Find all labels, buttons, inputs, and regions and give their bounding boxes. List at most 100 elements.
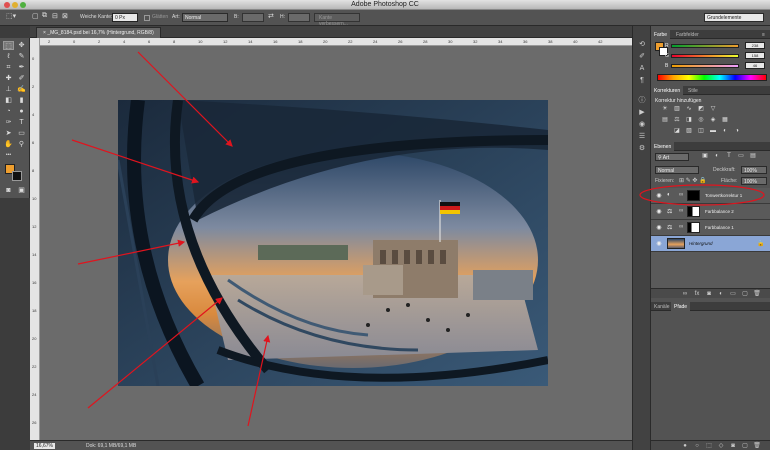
color-balance-icon[interactable]: ⚖ [673,117,681,124]
link-layers-icon[interactable]: ∞ [681,290,689,298]
character-icon[interactable]: A [637,64,647,73]
invert-icon[interactable]: ◪ [673,128,681,135]
move-tool-icon[interactable]: ✥ [16,41,27,50]
photo-filter-icon[interactable]: ◎ [697,117,705,124]
eye-icon[interactable]: ◉ [655,240,663,248]
width-input[interactable] [242,13,264,22]
paragraph-icon[interactable]: ¶ [637,76,647,85]
history-icon[interactable]: ⟲ [637,40,647,49]
smooth-checkbox[interactable] [144,15,150,21]
zoom-level[interactable]: 16,67% [34,443,55,449]
fill-input[interactable]: 100% [741,177,767,185]
blur-tool-icon[interactable]: ◔ [3,107,14,116]
layer-name[interactable]: Farbbalance 2 [705,209,734,214]
link-icon[interactable]: ∞ [679,192,683,198]
new-group-icon[interactable]: ▭ [729,290,737,298]
background-color-swatch[interactable] [12,171,22,181]
healing-brush-tool-icon[interactable]: ✚ [3,74,14,83]
workspace-select[interactable]: Grundelemente [704,13,764,22]
blend-mode-select[interactable]: Normal [655,166,699,174]
layer-row[interactable]: ◉ ⚖ ∞ Farbbalance 2 [651,204,770,220]
subtract-selection-icon[interactable]: ⊟ [52,12,58,20]
tab-paths[interactable]: Pfade [671,302,691,311]
layer-row[interactable]: ◉ ⚖ ∞ Farbbalance 1 [651,220,770,236]
marquee-tool-icon[interactable]: ⬚▾ [6,12,16,20]
eraser-tool-icon[interactable]: ◧ [3,96,14,105]
navigator-icon[interactable]: ◉ [637,120,647,129]
layer-name[interactable]: Tonwertkorrektur 1 [705,193,742,198]
channel-g-value[interactable]: 158 [745,52,765,59]
filter-type-icon[interactable]: T [725,153,733,160]
add-selection-icon[interactable]: ⧉ [42,12,47,20]
style-select[interactable]: Normal [182,13,228,22]
filter-adjustment-icon[interactable]: ◐ [713,153,721,160]
filter-smart-icon[interactable]: ▤ [749,153,757,160]
tab-layers[interactable]: Ebenen [651,142,675,151]
layer-style-icon[interactable]: fx [693,290,701,298]
rectangular-marquee-tool-icon[interactable]: ⬚ [3,41,14,50]
eye-icon[interactable]: ◉ [655,192,663,200]
add-mask-icon[interactable]: ◙ [705,290,713,298]
eyedropper-tool-icon[interactable]: ✒ [16,63,27,72]
opacity-input[interactable]: 100% [741,166,767,174]
quick-selection-tool-icon[interactable]: ✎ [16,52,27,61]
actions-icon[interactable]: ▶ [637,108,647,117]
intersect-selection-icon[interactable]: ⊠ [62,12,68,20]
pen-tool-icon[interactable]: ✑ [3,118,14,127]
brush-presets-icon[interactable]: ✐ [637,52,647,61]
delete-path-icon[interactable]: 🗑 [753,442,761,450]
gradient-map-icon[interactable]: ▬ [709,128,717,135]
filter-pixel-icon[interactable]: ▣ [701,153,709,160]
type-tool-icon[interactable]: T [16,118,27,127]
more-tools-icon[interactable]: ••• [3,151,14,160]
layer-mask-thumbnail[interactable] [687,222,700,233]
exposure-icon[interactable]: ◩ [697,106,705,113]
link-icon[interactable]: ∞ [679,208,683,214]
tab-adjustments[interactable]: Korrekturen [651,86,684,95]
shadows-highlights-icon[interactable]: ◑ [733,128,741,135]
layer-name[interactable]: Farbbalance 1 [705,225,734,230]
add-mask-icon[interactable]: ◙ [729,442,737,450]
threshold-icon[interactable]: ◫ [697,128,705,135]
swap-dimensions-icon[interactable]: ⇄ [268,12,274,20]
new-layer-icon[interactable]: ▢ [741,290,749,298]
properties-icon[interactable]: ☰ [637,132,647,141]
tab-color[interactable]: Farbe [651,30,671,39]
stroke-path-icon[interactable]: ○ [693,442,701,450]
canvas-area[interactable] [40,46,632,440]
dodge-tool-icon[interactable]: ● [16,107,27,116]
levels-icon[interactable]: ▥ [673,106,681,113]
curves-icon[interactable]: ∿ [685,106,693,113]
filter-shape-icon[interactable]: ▭ [737,153,745,160]
brush-tool-icon[interactable]: ✐ [16,74,27,83]
clone-stamp-tool-icon[interactable]: ⊥ [3,85,14,94]
tool-presets-icon[interactable]: ⚙ [637,144,647,153]
quick-mask-icon[interactable]: ◙ [3,186,14,195]
crop-tool-icon[interactable]: ⌗ [3,63,14,72]
zoom-tool-icon[interactable]: ⚲ [16,140,27,149]
color-lookup-icon[interactable]: ▦ [721,117,729,124]
history-brush-tool-icon[interactable]: ✍ [16,85,27,94]
eye-icon[interactable]: ◉ [655,208,663,216]
screen-mode-icon[interactable]: ▣ [16,186,27,195]
layer-name[interactable]: Hintergrund [689,241,713,246]
info-icon[interactable]: ⓘ [637,96,647,105]
fill-path-icon[interactable]: ● [681,442,689,450]
color-panel-menu-icon[interactable]: ≡ [759,30,768,39]
new-adjustment-icon[interactable]: ◐ [717,290,725,298]
color-spectrum-ramp[interactable] [657,74,767,81]
channel-r-value[interactable]: 238 [745,42,765,49]
hue-saturation-icon[interactable]: ▤ [661,117,669,124]
delete-layer-icon[interactable]: 🗑 [753,290,761,298]
tab-styles[interactable]: Stile [685,86,701,95]
channel-b-slider[interactable] [671,64,739,68]
path-selection-tool-icon[interactable]: ➤ [3,129,14,138]
hand-tool-icon[interactable]: ✋ [3,140,14,149]
height-input[interactable] [288,13,310,22]
gradient-tool-icon[interactable]: ▮ [16,96,27,105]
posterize-icon[interactable]: ▧ [685,128,693,135]
channel-r-slider[interactable] [671,44,739,48]
load-as-selection-icon[interactable]: ⬚ [705,442,713,450]
new-path-icon[interactable]: ▢ [741,442,749,450]
shape-tool-icon[interactable]: ▭ [16,129,27,138]
